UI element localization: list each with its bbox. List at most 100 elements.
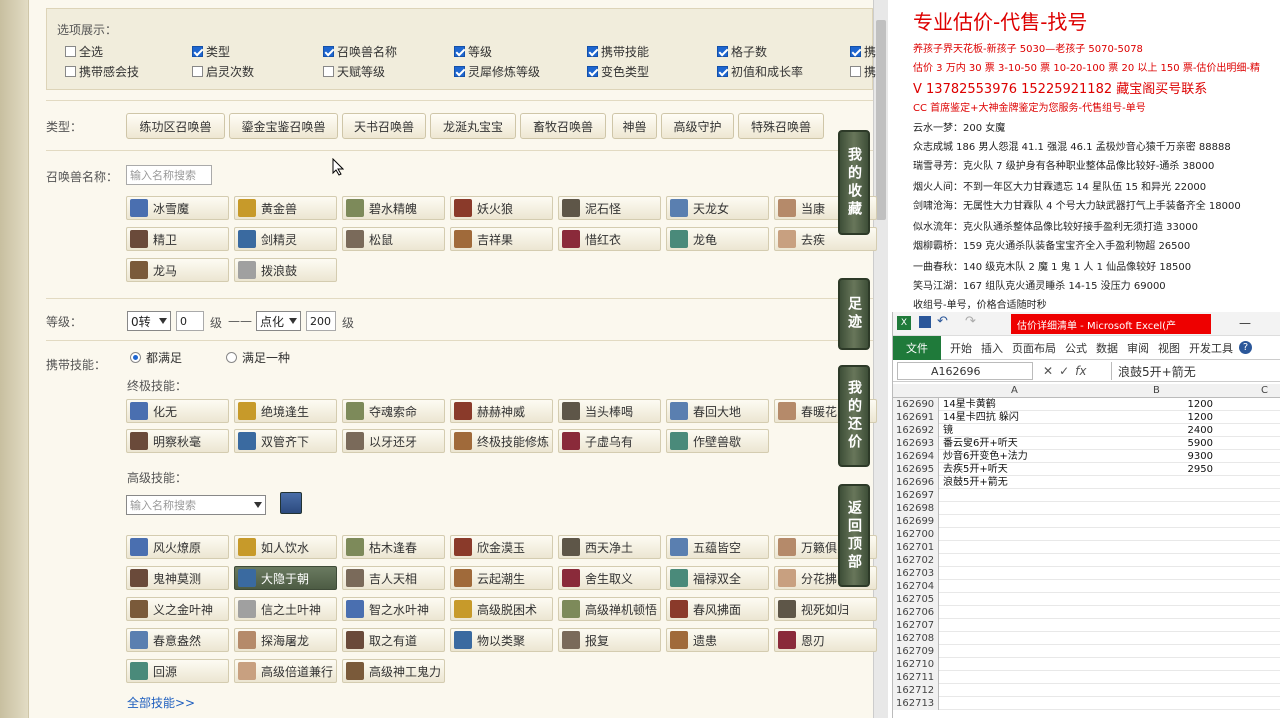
level-to-input[interactable]: 200 [306, 311, 336, 331]
row-number[interactable]: 162690 [893, 398, 939, 411]
column-b-header[interactable]: B [1153, 385, 1160, 396]
checkbox-box[interactable] [192, 66, 203, 77]
ribbon-tab[interactable]: 公式 [1065, 340, 1087, 356]
cell-a[interactable]: 浪鼓5开+箭无 [943, 476, 1087, 489]
ultimate-skill-button[interactable]: 赫赫神威 [450, 399, 553, 423]
type-button[interactable]: 高级守护 [661, 113, 734, 139]
checkbox-box[interactable] [454, 66, 465, 77]
ribbon-tab[interactable]: 审阅 [1127, 340, 1149, 356]
checkbox-box[interactable] [65, 46, 76, 57]
advanced-skill-button[interactable]: 春意盎然 [126, 628, 229, 652]
table-row[interactable]: 162696 浪鼓5开+箭无 [893, 476, 1280, 489]
type-button[interactable]: 天书召唤兽 [342, 113, 426, 139]
option-checkbox[interactable]: 携 [850, 63, 876, 80]
row-number[interactable]: 162703 [893, 567, 939, 580]
row-number[interactable]: 162712 [893, 684, 939, 697]
row-number[interactable]: 162695 [893, 463, 939, 476]
cell-b[interactable]: 5900 [1087, 437, 1219, 450]
advanced-skill-button[interactable]: 取之有道 [342, 628, 445, 652]
pet-button[interactable]: 剑精灵 [234, 227, 337, 251]
ultimate-skill-button[interactable]: 绝境逢生 [234, 399, 337, 423]
ultimate-skill-button[interactable]: 作壁兽歇 [666, 429, 769, 453]
ribbon-tab[interactable]: 数据 [1096, 340, 1118, 356]
radio-all-match[interactable]: 都满足 [130, 349, 182, 366]
advanced-skill-button[interactable]: 智之水叶神 [342, 597, 445, 621]
tab-footprint[interactable]: 足迹 [838, 278, 870, 350]
advanced-skill-button[interactable]: 五蕴皆空 [666, 535, 769, 559]
advanced-skill-button[interactable]: 云起潮生 [450, 566, 553, 590]
pet-button[interactable]: 吉祥果 [450, 227, 553, 251]
row-number[interactable]: 162692 [893, 424, 939, 437]
advanced-skill-button[interactable]: 探海屠龙 [234, 628, 337, 652]
table-row[interactable]: 162703 [893, 567, 1280, 580]
cell-b[interactable]: 9300 [1087, 450, 1219, 463]
checkbox-box[interactable] [192, 46, 203, 57]
advanced-skill-button[interactable]: 福禄双全 [666, 566, 769, 590]
ultimate-skill-button[interactable]: 子虚乌有 [558, 429, 661, 453]
column-a-header[interactable]: A [1011, 385, 1018, 396]
type-button[interactable]: 鎏金宝鉴召唤兽 [229, 113, 338, 139]
all-skills-link[interactable]: 全部技能>> [127, 694, 195, 711]
advanced-skill-button[interactable]: 鬼神莫测 [126, 566, 229, 590]
table-row[interactable]: 162711 [893, 671, 1280, 684]
advanced-skill-search-input[interactable]: 输入名称搜索 [126, 495, 266, 515]
row-number[interactable]: 162696 [893, 476, 939, 489]
table-row[interactable]: 162708 [893, 632, 1280, 645]
pet-button[interactable]: 龙龟 [666, 227, 769, 251]
cell-a[interactable]: 去疾5开+听天 [943, 463, 1087, 476]
type-button[interactable]: 练功区召唤兽 [126, 113, 225, 139]
table-row[interactable]: 162707 [893, 619, 1280, 632]
cell-a[interactable]: 番云叟6开+听天 [943, 437, 1087, 450]
back-to-top-button[interactable]: 返回顶部 [838, 484, 870, 587]
pet-button[interactable]: 惜红衣 [558, 227, 661, 251]
ultimate-skill-button[interactable]: 春回大地 [666, 399, 769, 423]
table-row[interactable]: 162699 [893, 515, 1280, 528]
table-row[interactable]: 162712 [893, 684, 1280, 697]
table-row[interactable]: 162697 [893, 489, 1280, 502]
ultimate-skill-button[interactable]: 以牙还牙 [342, 429, 445, 453]
checkbox-box[interactable] [587, 66, 598, 77]
table-row[interactable]: 162710 [893, 658, 1280, 671]
ribbon-tab[interactable]: 开发工具 [1189, 340, 1233, 356]
table-row[interactable]: 162700 [893, 528, 1280, 541]
advanced-skill-button[interactable]: 舍生取义 [558, 566, 661, 590]
table-row[interactable]: 162709 [893, 645, 1280, 658]
ribbon-tab[interactable]: 插入 [981, 340, 1003, 356]
option-checkbox[interactable]: 召唤兽名称 [323, 43, 397, 60]
advanced-skill-button[interactable]: 信之土叶神 [234, 597, 337, 621]
table-row[interactable]: 162713 [893, 697, 1280, 710]
row-number[interactable]: 162691 [893, 411, 939, 424]
pet-button[interactable]: 龙马 [126, 258, 229, 282]
advanced-skill-button[interactable]: 高级神工鬼力 [342, 659, 445, 683]
advanced-skill-button[interactable]: 高级禅机顿悟 [558, 597, 661, 621]
add-skill-icon[interactable] [280, 492, 302, 514]
option-checkbox[interactable]: 类型 [192, 43, 230, 60]
scrollbar-thumb[interactable] [876, 20, 886, 220]
row-number[interactable]: 162694 [893, 450, 939, 463]
ribbon-tab[interactable]: 开始 [950, 340, 972, 356]
advanced-skill-button[interactable]: 风火燎原 [126, 535, 229, 559]
level-from-input[interactable]: 0 [176, 311, 204, 331]
table-row[interactable]: 162692 镜 2400 [893, 424, 1280, 437]
option-checkbox[interactable]: 全选 [65, 43, 103, 60]
type-button[interactable]: 特殊召唤兽 [738, 113, 824, 139]
table-row[interactable]: 162702 [893, 554, 1280, 567]
advanced-skill-button[interactable]: 恩刃 [774, 628, 877, 652]
advanced-skill-button[interactable]: 物以类聚 [450, 628, 553, 652]
table-row[interactable]: 162693 番云叟6开+听天 5900 [893, 437, 1280, 450]
row-number[interactable]: 162702 [893, 554, 939, 567]
cell-b[interactable]: 2950 [1087, 463, 1219, 476]
table-row[interactable]: 162705 [893, 593, 1280, 606]
type-button[interactable]: 畜牧召唤兽 [520, 113, 606, 139]
advanced-skill-button[interactable]: 报复 [558, 628, 661, 652]
pet-button[interactable]: 天龙女 [666, 196, 769, 220]
checkbox-box[interactable] [454, 46, 465, 57]
row-number[interactable]: 162704 [893, 580, 939, 593]
row-number[interactable]: 162700 [893, 528, 939, 541]
checkbox-box[interactable] [65, 66, 76, 77]
row-number[interactable]: 162693 [893, 437, 939, 450]
cancel-icon[interactable]: ✕ [1043, 364, 1053, 378]
row-number[interactable]: 162710 [893, 658, 939, 671]
checkbox-box[interactable] [323, 66, 334, 77]
ultimate-skill-button[interactable]: 终极技能修炼 [450, 429, 553, 453]
